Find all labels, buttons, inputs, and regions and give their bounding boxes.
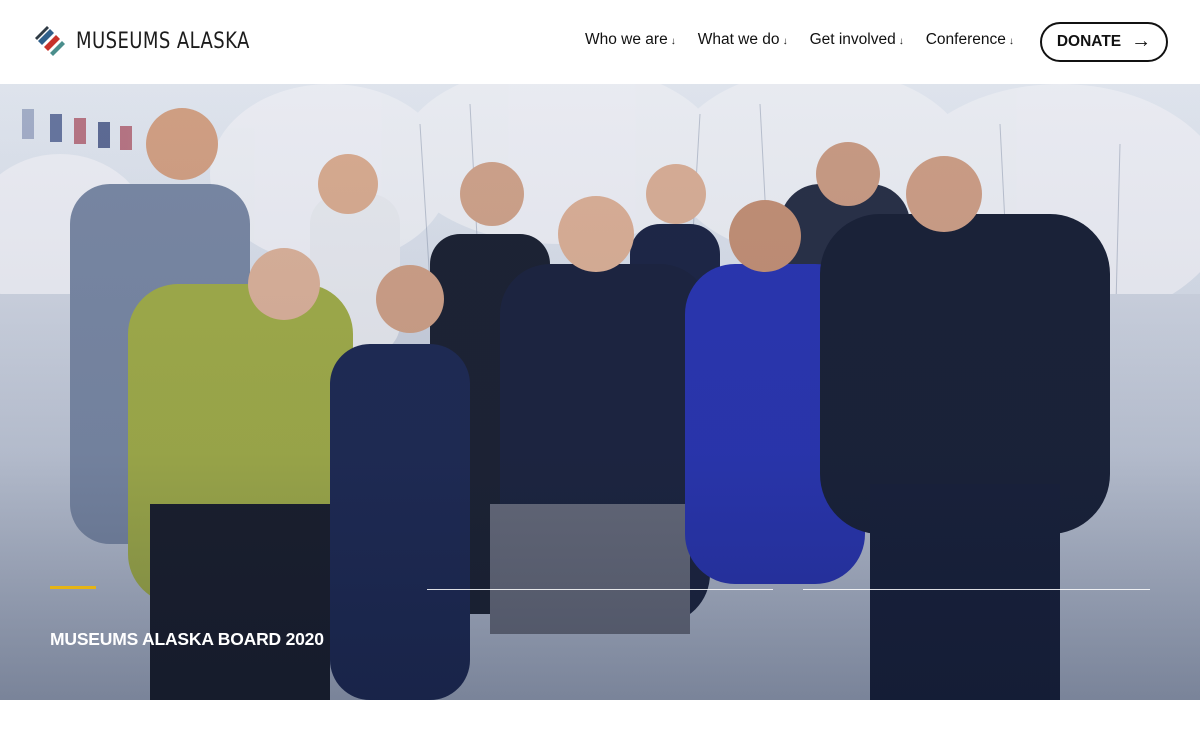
donate-label: DONATE bbox=[1056, 33, 1122, 50]
donate-button[interactable]: DONATE → bbox=[1040, 22, 1168, 62]
logo-text: MUSEUMS ALASKA bbox=[76, 28, 250, 54]
main-nav: Who we are ↓ What we do ↓ Get involved ↓… bbox=[585, 31, 1036, 49]
arrow-down-icon: ↓ bbox=[670, 35, 676, 47]
site-header: MUSEUMS ALASKA Who we are ↓ What we do ↓… bbox=[0, 0, 1200, 84]
site-logo[interactable]: MUSEUMS ALASKA bbox=[32, 22, 288, 60]
arrow-down-icon: ↓ bbox=[1008, 35, 1014, 47]
slide-indicator[interactable] bbox=[803, 589, 1150, 590]
slide-indicator-active[interactable] bbox=[50, 586, 96, 589]
hero-slider: MUSEUMS ALASKA BOARD 2020 bbox=[0, 84, 1200, 700]
nav-item-what-we-do[interactable]: What we do ↓ bbox=[698, 31, 788, 49]
nav-item-label: Conference bbox=[925, 31, 1006, 48]
arrow-down-icon: ↓ bbox=[782, 35, 788, 47]
nav-item-label: Get involved bbox=[809, 31, 896, 48]
nav-item-who-we-are[interactable]: Who we are ↓ bbox=[585, 31, 676, 49]
arrow-right-icon: → bbox=[1131, 30, 1152, 52]
nav-item-label: What we do bbox=[697, 31, 780, 48]
logo-mark-icon bbox=[33, 24, 67, 58]
nav-item-label: Who we are bbox=[585, 31, 668, 48]
slide-indicator[interactable] bbox=[427, 589, 773, 590]
arrow-down-icon: ↓ bbox=[898, 35, 904, 47]
hero-overlay bbox=[0, 84, 1200, 700]
nav-item-get-involved[interactable]: Get involved ↓ bbox=[810, 31, 904, 49]
nav-item-conference[interactable]: Conference ↓ bbox=[926, 31, 1014, 49]
hero-caption: MUSEUMS ALASKA BOARD 2020 bbox=[50, 629, 324, 649]
